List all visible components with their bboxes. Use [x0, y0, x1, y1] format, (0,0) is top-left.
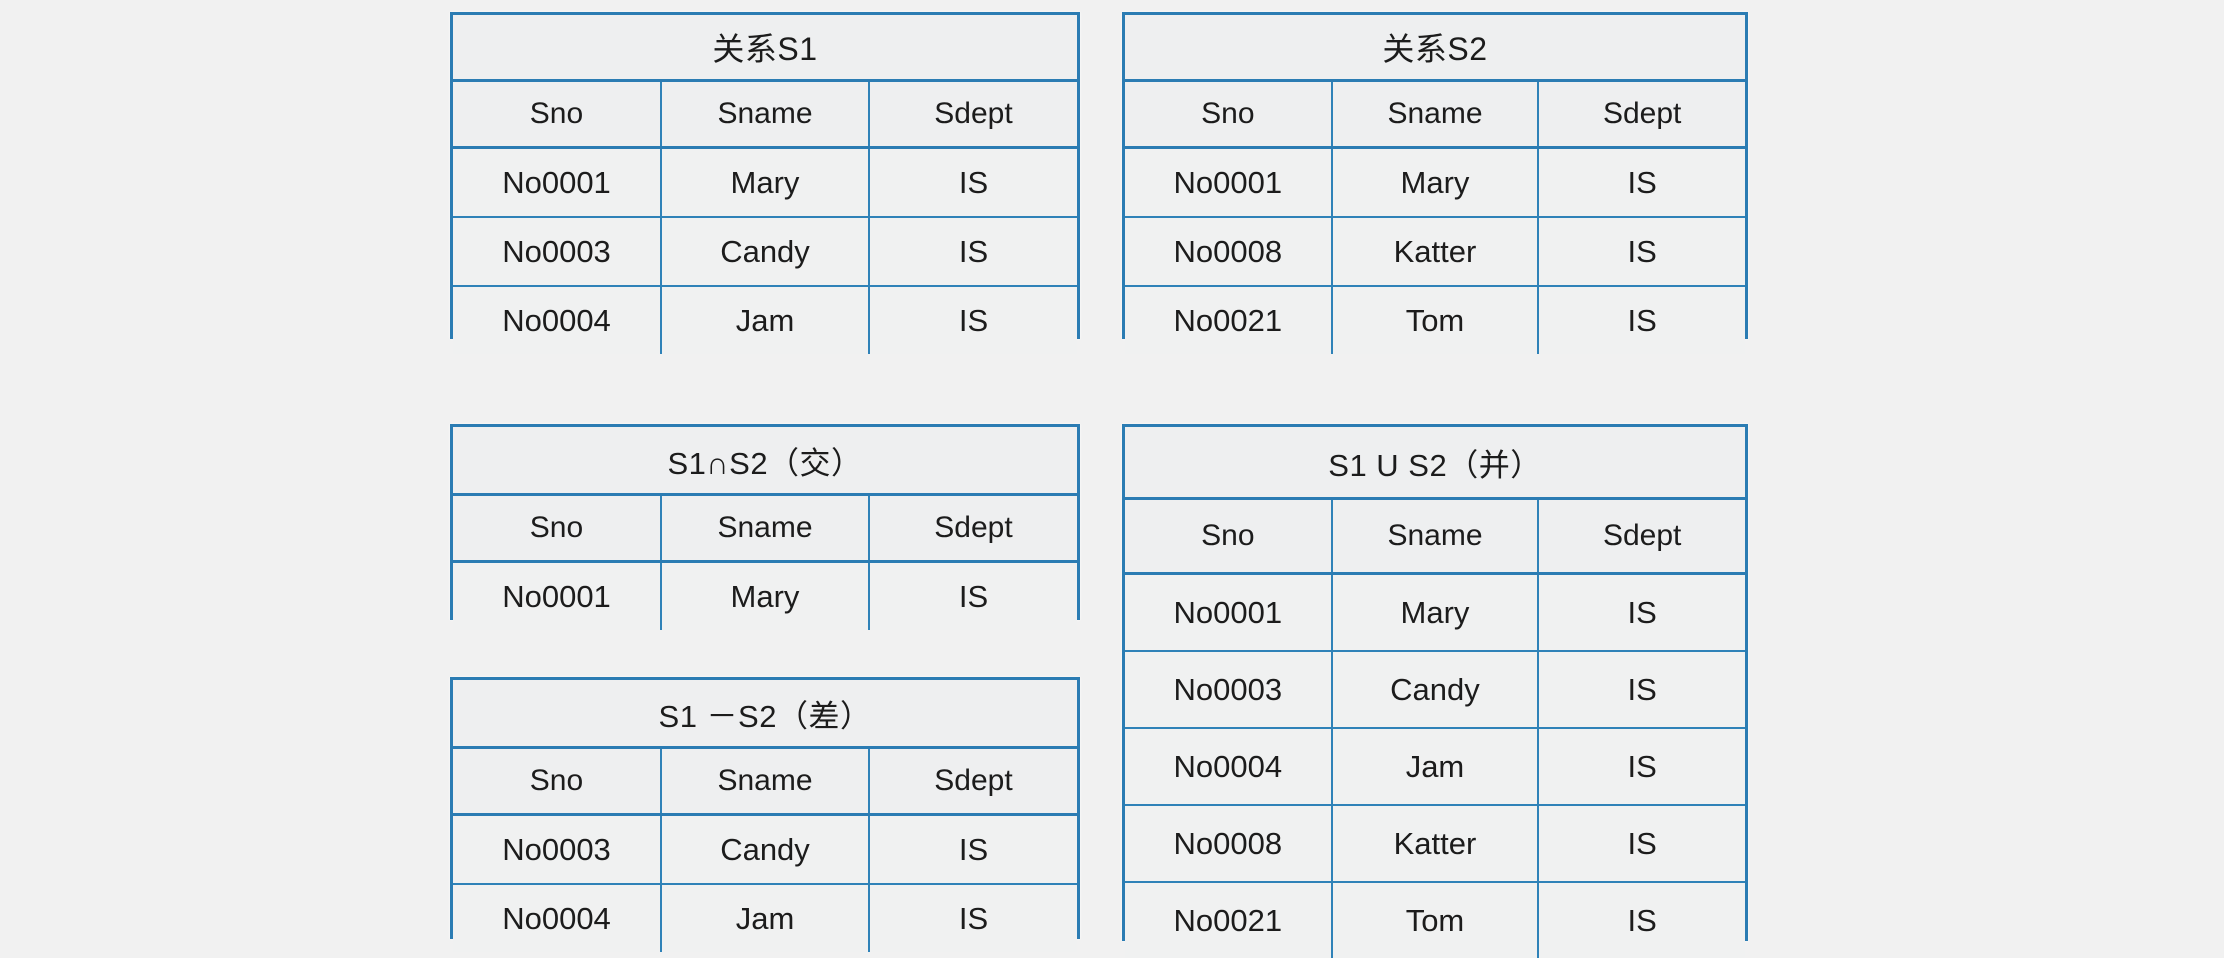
table-header-row: Sno Sname Sdept: [1125, 498, 1745, 575]
cell-sdept: IS: [1538, 728, 1745, 806]
relation-table-intersection: S1∩S2（交） Sno Sname Sdept No0001 Mary IS: [450, 424, 1080, 630]
column-header-sname: Sname: [661, 494, 870, 563]
cell-sno: No0001: [453, 147, 662, 218]
table-grid-difference: S1 －S2（差） Sno Sname Sdept No0003 Candy I…: [453, 680, 1077, 952]
table-row: No0001 Mary IS: [1125, 573, 1745, 652]
table-grid-s1: 关系S1 Sno Sname Sdept No0001 Mary IS No00…: [453, 15, 1077, 354]
table-header-row: Sno Sname Sdept: [453, 80, 1077, 149]
cell-sdept: IS: [1538, 147, 1745, 218]
relation-table-s2: 关系S2 Sno Sname Sdept No0001 Mary IS No00…: [1122, 12, 1748, 354]
table-title-row: 关系S1: [453, 15, 1077, 82]
cell-sno: No0003: [1125, 651, 1333, 729]
cell-sname: Candy: [661, 814, 870, 885]
table-header-row: Sno Sname Sdept: [453, 747, 1077, 816]
cell-sno: No0021: [1125, 882, 1333, 958]
column-header-sno: Sno: [453, 747, 662, 816]
table-title: 关系S1: [453, 15, 1077, 82]
table-grid-s2: 关系S2 Sno Sname Sdept No0001 Mary IS No00…: [1125, 15, 1745, 354]
cell-sname: Jam: [661, 286, 870, 354]
column-header-sdept: Sdept: [869, 747, 1077, 816]
table-row: No0021 Tom IS: [1125, 882, 1745, 958]
column-header-sdept: Sdept: [1538, 80, 1745, 149]
cell-sno: No0008: [1125, 805, 1333, 883]
cell-sname: Mary: [661, 147, 870, 218]
column-header-sname: Sname: [661, 747, 870, 816]
column-header-sno: Sno: [453, 80, 662, 149]
cell-sname: Tom: [1331, 882, 1540, 958]
table-row: No0001 Mary IS: [453, 561, 1077, 630]
cell-sname: Candy: [1331, 651, 1540, 729]
table-title-row: S1 －S2（差）: [453, 680, 1077, 749]
cell-sdept: IS: [1538, 651, 1745, 729]
column-header-sname: Sname: [1331, 80, 1540, 149]
cell-sdept: IS: [869, 884, 1077, 952]
table-row: No0008 Katter IS: [1125, 217, 1745, 287]
column-header-sdept: Sdept: [869, 80, 1077, 149]
column-header-sdept: Sdept: [869, 494, 1077, 563]
table-header-row: Sno Sname Sdept: [1125, 80, 1745, 149]
table-row: No0021 Tom IS: [1125, 286, 1745, 354]
table-row: No0001 Mary IS: [453, 147, 1077, 218]
cell-sno: No0003: [453, 814, 662, 885]
cell-sno: No0004: [453, 286, 662, 354]
cell-sno: No0001: [453, 561, 662, 630]
cell-sname: Candy: [661, 217, 870, 287]
cell-sdept: IS: [1538, 573, 1745, 652]
table-row: No0003 Candy IS: [453, 814, 1077, 885]
cell-sname: Jam: [661, 884, 870, 952]
table-header-row: Sno Sname Sdept: [453, 494, 1077, 563]
cell-sno: No0008: [1125, 217, 1333, 287]
relation-table-difference: S1 －S2（差） Sno Sname Sdept No0003 Candy I…: [450, 677, 1080, 952]
cell-sname: Katter: [1331, 805, 1540, 883]
cell-sdept: IS: [1538, 286, 1745, 354]
cell-sno: No0004: [1125, 728, 1333, 806]
cell-sno: No0001: [1125, 573, 1333, 652]
cell-sno: No0003: [453, 217, 662, 287]
cell-sname: Mary: [1331, 573, 1540, 652]
cell-sdept: IS: [1538, 805, 1745, 883]
cell-sname: Mary: [661, 561, 870, 630]
table-title: S1∩S2（交）: [453, 427, 1077, 496]
cell-sname: Jam: [1331, 728, 1540, 806]
cell-sno: No0001: [1125, 147, 1333, 218]
table-row: No0003 Candy IS: [1125, 651, 1745, 729]
cell-sdept: IS: [869, 814, 1077, 885]
column-header-sno: Sno: [1125, 498, 1333, 575]
relation-table-s1: 关系S1 Sno Sname Sdept No0001 Mary IS No00…: [450, 12, 1080, 354]
table-title: 关系S2: [1125, 15, 1745, 82]
cell-sdept: IS: [869, 286, 1077, 354]
cell-sname: Katter: [1331, 217, 1540, 287]
cell-sdept: IS: [1538, 217, 1745, 287]
cell-sdept: IS: [869, 217, 1077, 287]
table-row: No0008 Katter IS: [1125, 805, 1745, 883]
relation-table-union: S1 U S2（并） Sno Sname Sdept No0001 Mary I…: [1122, 424, 1748, 958]
table-title-row: S1∩S2（交）: [453, 427, 1077, 496]
table-row: No0003 Candy IS: [453, 217, 1077, 287]
table-title-row: 关系S2: [1125, 15, 1745, 82]
cell-sdept: IS: [869, 147, 1077, 218]
table-title: S1 U S2（并）: [1125, 427, 1745, 500]
table-grid-intersection: S1∩S2（交） Sno Sname Sdept No0001 Mary IS: [453, 427, 1077, 630]
cell-sdept: IS: [869, 561, 1077, 630]
cell-sno: No0004: [453, 884, 662, 952]
column-header-sname: Sname: [661, 80, 870, 149]
cell-sname: Mary: [1331, 147, 1540, 218]
table-row: No0004 Jam IS: [453, 884, 1077, 952]
table-row: No0001 Mary IS: [1125, 147, 1745, 218]
slide-canvas: 关系S1 Sno Sname Sdept No0001 Mary IS No00…: [0, 0, 2224, 958]
table-row: No0004 Jam IS: [453, 286, 1077, 354]
column-header-sno: Sno: [1125, 80, 1333, 149]
table-title: S1 －S2（差）: [453, 680, 1077, 749]
column-header-sname: Sname: [1331, 498, 1540, 575]
cell-sno: No0021: [1125, 286, 1333, 354]
cell-sdept: IS: [1538, 882, 1745, 958]
column-header-sno: Sno: [453, 494, 662, 563]
table-title-row: S1 U S2（并）: [1125, 427, 1745, 500]
cell-sname: Tom: [1331, 286, 1540, 354]
column-header-sdept: Sdept: [1538, 498, 1745, 575]
table-row: No0004 Jam IS: [1125, 728, 1745, 806]
table-grid-union: S1 U S2（并） Sno Sname Sdept No0001 Mary I…: [1125, 427, 1745, 958]
